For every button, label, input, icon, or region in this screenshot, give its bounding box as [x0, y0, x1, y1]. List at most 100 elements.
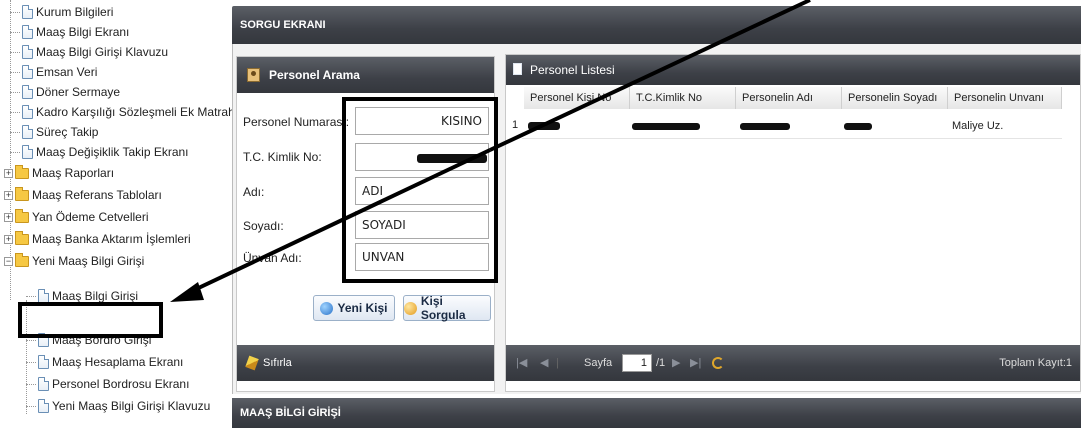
tree-item-kurum-bilgileri[interactable]: Kurum Bilgileri: [10, 2, 113, 22]
tree-item-label: Kadro Karşılığı Sözleşmeli Ek Matrah: [36, 105, 232, 119]
folder-icon: [15, 252, 29, 267]
tree-item-label: Maaş Değişiklik Takip Ekranı: [36, 145, 189, 159]
collapse-icon[interactable]: −: [4, 256, 13, 266]
tree-item-maas-hesaplama[interactable]: Maaş Hesaplama Ekranı: [26, 352, 183, 372]
yeni-kisi-label: Yeni Kişi: [337, 301, 388, 315]
toplam-kayit-label: Toplam Kayıt:1: [999, 357, 1072, 369]
tree-item-label: Maaş Banka Aktarım İşlemleri: [32, 232, 191, 246]
tree-item-label: Maaş Bilgi Ekranı: [36, 25, 130, 39]
document-icon: [22, 125, 33, 139]
tree-folder-banka-aktarim[interactable]: + Maaş Banka Aktarım İşlemleri: [4, 229, 191, 249]
expand-icon[interactable]: +: [4, 234, 13, 244]
tree-item-surec-takip[interactable]: Süreç Takip: [10, 122, 98, 142]
sifirla-button[interactable]: Sıfırla: [237, 345, 494, 381]
document-icon: [22, 65, 33, 79]
tc-kimlik-no-label: T.C. Kimlik No:: [243, 150, 322, 164]
document-icon: [38, 289, 49, 303]
tree-item-personel-bordrosu[interactable]: Personel Bordrosu Ekranı: [26, 374, 189, 394]
row-number: 1: [512, 119, 519, 131]
tree-item-doner-sermaye[interactable]: Döner Sermaye: [10, 82, 120, 102]
document-icon: [22, 145, 33, 159]
document-icon: [22, 85, 33, 99]
kisi-sorgula-label: Kişi Sorgula: [420, 294, 466, 322]
redaction-mark: [844, 123, 872, 130]
document-icon: [513, 63, 522, 75]
tree-item-maas-bilgi-ekrani[interactable]: Maaş Bilgi Ekranı: [10, 22, 129, 42]
expand-icon[interactable]: +: [4, 190, 13, 200]
tree-folder-maas-referans[interactable]: + Maaş Referans Tabloları: [4, 185, 162, 205]
expand-icon[interactable]: +: [4, 212, 13, 222]
column-header-soyadi[interactable]: Personelin Soyadı: [842, 87, 948, 109]
document-icon: [38, 355, 49, 369]
folder-icon: [15, 208, 29, 223]
search-person-icon: [404, 301, 417, 315]
tree-item-kadro-karsiligi[interactable]: Kadro Karşılığı Sözleşmeli Ek Matrah: [10, 102, 232, 122]
folder-icon: [15, 164, 29, 179]
tree-item-label: Maaş Raporları: [32, 166, 115, 180]
yeni-kisi-button[interactable]: Yeni Kişi: [313, 295, 395, 321]
personel-listesi-header: Personel Listesi: [506, 55, 1080, 85]
document-icon: [22, 25, 33, 39]
sorgu-ekrani-header: SORGU EKRANI: [232, 6, 1081, 44]
tree-item-label: Emsan Veri: [36, 65, 98, 79]
tree-folder-yeni-maas-bilgi-girisi[interactable]: − Yeni Maaş Bilgi Girişi: [4, 251, 144, 271]
tree-item-label: Maaş Hesaplama Ekranı: [52, 355, 184, 369]
prev-page-icon[interactable]: ◀: [540, 345, 548, 381]
tree-item-label: Maaş Referans Tabloları: [32, 188, 162, 202]
personel-listesi-title: Personel Listesi: [530, 63, 615, 77]
sayfa-label: Sayfa: [584, 357, 613, 369]
tree-item-label: Personel Bordrosu Ekranı: [52, 377, 190, 391]
personel-listesi-panel: Personel Listesi Personel Kişi No T.C.Ki…: [505, 54, 1081, 392]
adi-label: Adı:: [243, 185, 265, 199]
tree-item-label: Yan Ödeme Cetvelleri: [32, 210, 149, 224]
last-page-icon[interactable]: ▶|: [690, 345, 701, 381]
folder-icon: [15, 186, 29, 201]
navigation-tree: Kurum Bilgileri Maaş Bilgi Ekranı Maaş B…: [0, 0, 232, 428]
document-icon: [22, 5, 33, 19]
soyadi-label: Soyadı:: [243, 219, 284, 233]
personel-arama-title: Personel Arama: [269, 68, 360, 82]
next-page-icon[interactable]: ▶: [672, 345, 680, 381]
document-icon: [22, 105, 33, 119]
person-card-icon: [247, 68, 260, 82]
kisi-sorgula-button[interactable]: Kişi Sorgula: [403, 294, 491, 322]
tree-item-yeni-maas-klavuzu[interactable]: Yeni Maaş Bilgi Girişi Klavuzu: [26, 396, 210, 416]
add-person-icon: [320, 301, 334, 315]
personel-numarasi-label: Personel Numarası:: [243, 115, 350, 129]
tree-folder-maas-raporlari[interactable]: + Maaş Raporları: [4, 163, 114, 183]
folder-icon: [15, 230, 29, 245]
tree-item-label: Maaş Bilgi Girişi Klavuzu: [36, 45, 169, 59]
personel-arama-header: Personel Arama: [237, 57, 494, 93]
column-header-unvani[interactable]: Personelin Unvanı: [948, 87, 1062, 109]
column-header-adi[interactable]: Personelin Adı: [736, 87, 842, 109]
refresh-icon[interactable]: [712, 357, 724, 369]
page-count-label: /1: [656, 357, 666, 369]
tree-folder-yan-odeme[interactable]: + Yan Ödeme Cetvelleri: [4, 207, 149, 227]
pager-bar: |◀ ◀ | Sayfa 1 /1 ▶ ▶| Toplam Kayıt:1: [506, 345, 1080, 381]
document-icon: [22, 45, 33, 59]
document-icon: [38, 377, 49, 391]
redaction-mark: [632, 123, 700, 130]
tree-item-emsan-veri[interactable]: Emsan Veri: [10, 62, 97, 82]
column-header-kisi-no[interactable]: Personel Kişi No: [524, 87, 630, 109]
redaction-mark: [740, 123, 790, 130]
page-number-input[interactable]: 1: [622, 354, 652, 372]
tree-item-label: Döner Sermaye: [36, 85, 121, 99]
unvan-adi-label: Ünvan Adı:: [243, 251, 302, 265]
first-page-icon[interactable]: |◀: [516, 345, 527, 381]
tree-item-label: Süreç Takip: [36, 125, 99, 139]
tree-item-label: Yeni Maaş Bilgi Girişi Klavuzu: [52, 399, 211, 413]
sifirla-label: Sıfırla: [263, 357, 292, 369]
highlight-box-tree-item: [18, 302, 163, 338]
broom-icon: [245, 355, 259, 371]
maas-bilgi-girisi-header: MAAŞ BİLGİ GİRİŞİ: [232, 398, 1081, 428]
column-header-tc-kimlik[interactable]: T.C.Kimlik No: [630, 87, 736, 109]
expand-icon[interactable]: +: [4, 168, 13, 178]
tree-item-label: Yeni Maaş Bilgi Girişi: [32, 254, 145, 268]
tree-item-maas-degisiklik-takip[interactable]: Maaş Değişiklik Takip Ekranı: [10, 142, 189, 162]
unvan-cell: Maliye Uz.: [952, 120, 1004, 132]
tree-item-label: Kurum Bilgileri: [36, 5, 114, 19]
highlight-box-form: [342, 97, 498, 283]
tree-item-maas-bilgi-girisi-klavuzu[interactable]: Maaş Bilgi Girişi Klavuzu: [10, 42, 168, 62]
redaction-mark: [528, 122, 560, 130]
